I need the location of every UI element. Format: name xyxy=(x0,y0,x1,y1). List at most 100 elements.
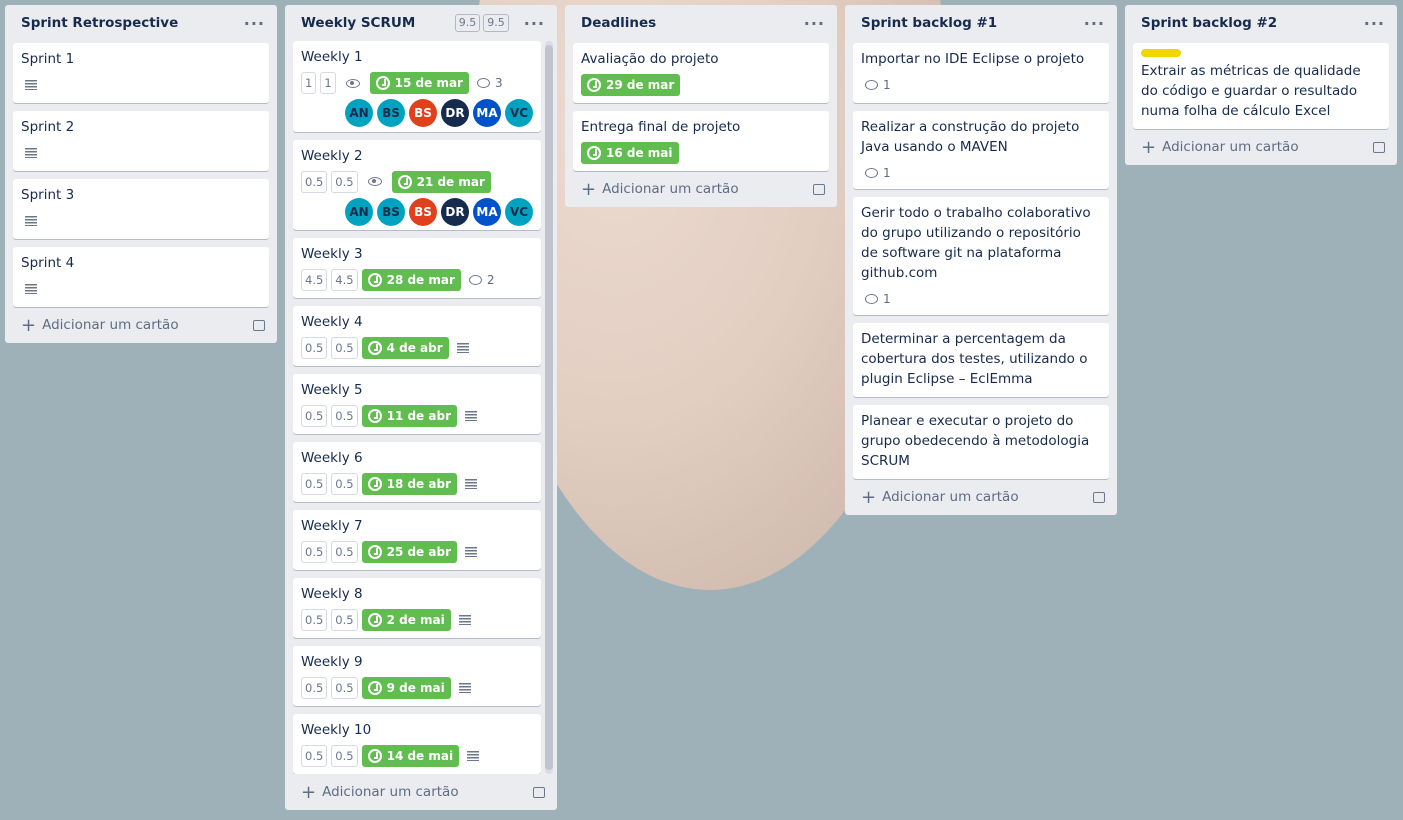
member-avatar[interactable]: BS xyxy=(377,99,405,127)
card-badges: 1 xyxy=(861,161,1101,185)
card[interactable]: Sprint 4 xyxy=(13,247,269,307)
card-template-icon[interactable] xyxy=(1093,491,1105,503)
card[interactable]: Entrega final de projeto 16 de mai xyxy=(573,111,829,171)
scrollbar[interactable] xyxy=(545,41,553,774)
card-badges: 0.5 0.5 9 de mai xyxy=(301,676,533,700)
due-date-badge[interactable]: 28 de mar xyxy=(361,269,461,291)
member-avatar[interactable]: MA xyxy=(473,99,501,127)
card[interactable]: Weekly 6 0.5 0.5 18 de abr xyxy=(293,442,541,502)
more-options-icon[interactable]: ··· xyxy=(1084,14,1105,33)
due-date-badge[interactable]: 11 de abr xyxy=(361,405,457,427)
card[interactable]: Weekly 7 0.5 0.5 25 de abr xyxy=(293,510,541,570)
more-options-icon[interactable]: ··· xyxy=(524,14,545,33)
due-date-text: 9 de mai xyxy=(386,681,445,695)
card-badges xyxy=(21,277,261,301)
card-list: Sprint 1 Sprint 2 Sprint 3 Sprint 4 xyxy=(5,41,277,307)
label-yellow[interactable] xyxy=(1141,49,1181,57)
comment-icon xyxy=(865,80,878,90)
estimate-badge: 0.5 xyxy=(301,170,328,193)
member-avatar[interactable]: BS xyxy=(409,99,437,127)
description-icon xyxy=(458,683,471,693)
due-date-badge[interactable]: 15 de mar xyxy=(369,72,469,94)
card-title: Determinar a percentagem da cobertura do… xyxy=(861,331,1088,387)
card-badges: 0.5 0.5 2 de mai xyxy=(301,608,533,632)
card[interactable]: Gerir todo o trabalho colaborativo do gr… xyxy=(853,197,1109,315)
description-icon xyxy=(25,284,37,294)
card[interactable]: Weekly 1 1 1 15 de mar 3 AN BS BS DR MA VC xyxy=(293,41,541,132)
card[interactable]: Weekly 3 4.5 4.5 28 de mar 2 xyxy=(293,238,541,298)
member-avatar[interactable]: DR xyxy=(441,99,469,127)
card-badges xyxy=(21,209,261,233)
clock-icon xyxy=(397,174,412,189)
member-avatar[interactable]: BS xyxy=(409,197,437,226)
member-avatar[interactable]: VC xyxy=(505,197,533,226)
estimate-badge: 0.5 xyxy=(331,170,358,193)
member-avatar[interactable]: DR xyxy=(441,197,469,226)
card-template-icon[interactable] xyxy=(813,183,825,195)
card[interactable]: Weekly 2 0.5 0.5 21 de mar AN BS BS DR MA VC xyxy=(293,139,541,230)
card[interactable]: Weekly 10 0.5 0.5 14 de mai xyxy=(293,714,541,774)
more-options-icon[interactable]: ··· xyxy=(244,14,265,33)
due-date-badge[interactable]: 4 de abr xyxy=(361,337,449,359)
estimate-badge: 0.5 xyxy=(301,745,328,767)
member-avatar[interactable]: AN xyxy=(345,99,373,127)
card[interactable]: Sprint 3 xyxy=(13,179,269,239)
card[interactable]: Weekly 5 0.5 0.5 11 de abr xyxy=(293,374,541,434)
card-template-icon[interactable] xyxy=(1373,141,1385,153)
card[interactable]: Realizar a construção do projeto Java us… xyxy=(853,111,1109,189)
list-title[interactable]: Weekly SCRUM xyxy=(301,15,455,31)
due-date-badge[interactable]: 2 de mai xyxy=(361,609,451,631)
card[interactable]: Planear e executar o projeto do grupo ob… xyxy=(853,405,1109,479)
member-avatar[interactable]: BS xyxy=(377,197,405,226)
add-card-button[interactable]: + Adicionar um cartão xyxy=(845,479,1117,515)
estimate-badge: 1 xyxy=(301,72,317,94)
estimate-badge: 0.5 xyxy=(331,609,358,631)
list-title[interactable]: Sprint backlog #1 xyxy=(861,15,1072,31)
card[interactable]: Extrair as métricas de qualidade do códi… xyxy=(1133,43,1389,129)
add-card-button[interactable]: + Adicionar um cartão xyxy=(285,774,557,810)
add-card-button[interactable]: + Adicionar um cartão xyxy=(5,307,277,343)
list-estimate-badge: 9.5 xyxy=(483,14,509,32)
card[interactable]: Weekly 4 0.5 0.5 4 de abr xyxy=(293,306,541,366)
card-title: Weekly 5 xyxy=(301,382,363,398)
comment-icon xyxy=(468,275,482,285)
member-avatar[interactable]: MA xyxy=(473,197,501,226)
card[interactable]: Weekly 8 0.5 0.5 2 de mai xyxy=(293,578,541,638)
list-title[interactable]: Sprint Retrospective xyxy=(21,15,232,31)
list: Sprint Retrospective ··· Sprint 1 Sprint 2S… xyxy=(5,5,277,343)
card-template-icon[interactable] xyxy=(533,786,545,798)
due-date-badge[interactable]: 16 de mai xyxy=(581,142,679,164)
add-card-label: Adicionar um cartão xyxy=(42,317,179,333)
card[interactable]: Sprint 2 xyxy=(13,111,269,171)
more-options-icon[interactable]: ··· xyxy=(804,14,825,33)
card-badges: 1 1 15 de mar 3 xyxy=(301,71,533,95)
due-date-badge[interactable]: 14 de mai xyxy=(361,745,460,767)
due-date-badge[interactable]: 18 de abr xyxy=(361,473,457,495)
estimate-badge: 0.5 xyxy=(331,405,358,427)
add-card-button[interactable]: + Adicionar um cartão xyxy=(1125,129,1397,165)
due-date-badge[interactable]: 29 de mar xyxy=(581,74,681,96)
card[interactable]: Weekly 9 0.5 0.5 9 de mai xyxy=(293,646,541,706)
list-title[interactable]: Deadlines xyxy=(581,15,792,31)
list-header: Weekly SCRUM 9.5 9.5 ··· xyxy=(285,5,557,41)
scrollbar-thumb[interactable] xyxy=(545,45,553,770)
card[interactable]: Sprint 1 xyxy=(13,43,269,103)
card[interactable]: Importar no IDE Eclipse o projeto 1 xyxy=(853,43,1109,103)
card-template-icon[interactable] xyxy=(253,319,265,331)
description-icon xyxy=(464,479,477,489)
card[interactable]: Determinar a percentagem da cobertura do… xyxy=(853,323,1109,397)
due-date-badge[interactable]: 25 de abr xyxy=(361,541,457,563)
due-date-badge[interactable]: 21 de mar xyxy=(391,170,491,193)
card[interactable]: Avaliação do projeto 29 de mar xyxy=(573,43,829,103)
member-avatar[interactable]: VC xyxy=(505,99,533,127)
member-avatar[interactable]: AN xyxy=(345,197,373,226)
clock-icon xyxy=(367,613,382,627)
add-card-button[interactable]: + Adicionar um cartão xyxy=(565,171,837,207)
due-date-badge[interactable]: 9 de mai xyxy=(361,677,451,699)
card-title: Weekly 3 xyxy=(301,246,363,262)
list-title[interactable]: Sprint backlog #2 xyxy=(1141,15,1352,31)
card-badges: 1 xyxy=(861,73,1101,97)
card-title: Weekly 4 xyxy=(301,314,363,330)
due-date-text: 4 de abr xyxy=(386,341,443,355)
more-options-icon[interactable]: ··· xyxy=(1364,14,1385,33)
